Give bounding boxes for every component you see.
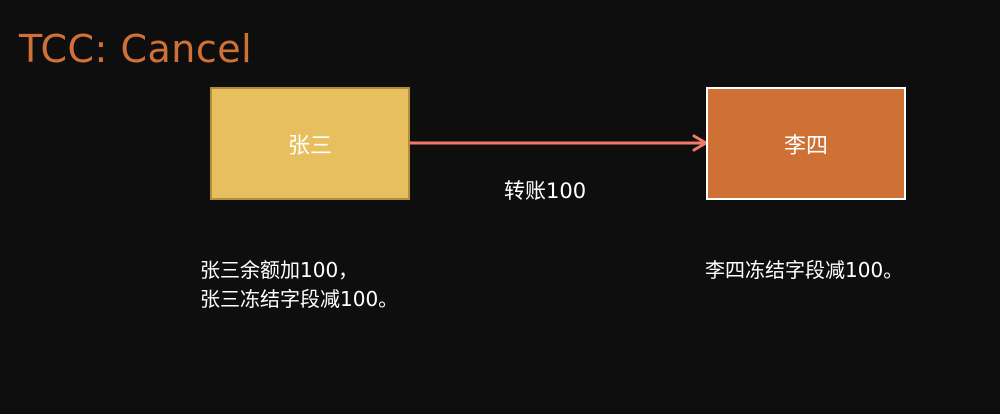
account-node-right-label: 李四	[783, 133, 828, 159]
left-account-note-line-1: 张三余额加100，	[200, 258, 359, 282]
left-account-note-line-2: 张三冻结字段减100。	[200, 287, 399, 311]
account-node-right: 李四	[706, 87, 906, 200]
transfer-label: 转账100	[504, 179, 587, 203]
right-account-note: 李四冻结字段减100。	[705, 256, 903, 285]
transfer-arrow	[410, 134, 708, 152]
left-account-note: 张三余额加100， 张三冻结字段减100。	[200, 256, 398, 314]
right-account-note-line-1: 李四冻结字段减100。	[705, 258, 904, 282]
